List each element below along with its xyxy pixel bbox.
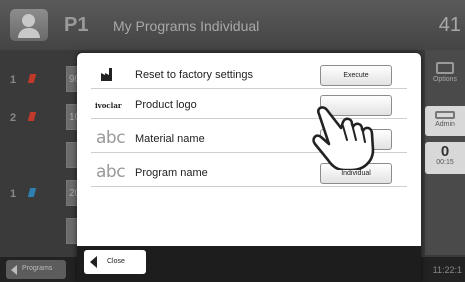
clock-time: 11:22:1 xyxy=(432,265,462,275)
options-button[interactable]: Options xyxy=(425,62,465,83)
pointing-hand-icon xyxy=(312,106,375,170)
flag-icon xyxy=(27,74,37,83)
ivoclar-logo-icon: ivoclar xyxy=(95,101,122,110)
list-item: 1 xyxy=(10,74,70,86)
user-avatar-icon[interactable] xyxy=(10,9,48,41)
dialog-footer: Close xyxy=(77,246,421,282)
flag-icon xyxy=(27,188,37,197)
row-label: Material name xyxy=(135,133,205,145)
list-item: 1 xyxy=(10,188,70,200)
row-label: Product logo xyxy=(135,99,197,111)
programs-button[interactable]: Programs xyxy=(6,260,66,279)
abc-text-icon: abc xyxy=(96,162,126,182)
close-button[interactable]: Close xyxy=(84,250,146,274)
abc-text-icon: abc xyxy=(96,128,126,148)
execute-button[interactable]: Execute xyxy=(320,65,392,86)
factory-icon xyxy=(101,68,112,81)
dialog-row-factory-reset: Reset to factory settings Execute xyxy=(91,61,407,89)
program-step-list: 1 90 2 10 1 20 xyxy=(0,52,82,257)
timer-display: 0 00:15 xyxy=(425,142,465,174)
program-id: P1 xyxy=(64,14,89,36)
row-label: Reset to factory settings xyxy=(135,69,253,81)
options-icon xyxy=(436,62,454,74)
top-bar: P1 My Programs Individual 41 xyxy=(0,0,465,50)
top-right-value: 41 xyxy=(438,14,461,36)
flag-icon xyxy=(27,112,37,121)
page-title: My Programs Individual xyxy=(113,18,260,34)
row-label: Program name xyxy=(135,167,208,179)
right-sidebar: Options Admin 0 00:15 xyxy=(425,50,465,255)
admin-icon xyxy=(435,111,455,119)
list-item: 2 xyxy=(10,112,70,124)
admin-button[interactable]: Admin xyxy=(425,106,465,136)
